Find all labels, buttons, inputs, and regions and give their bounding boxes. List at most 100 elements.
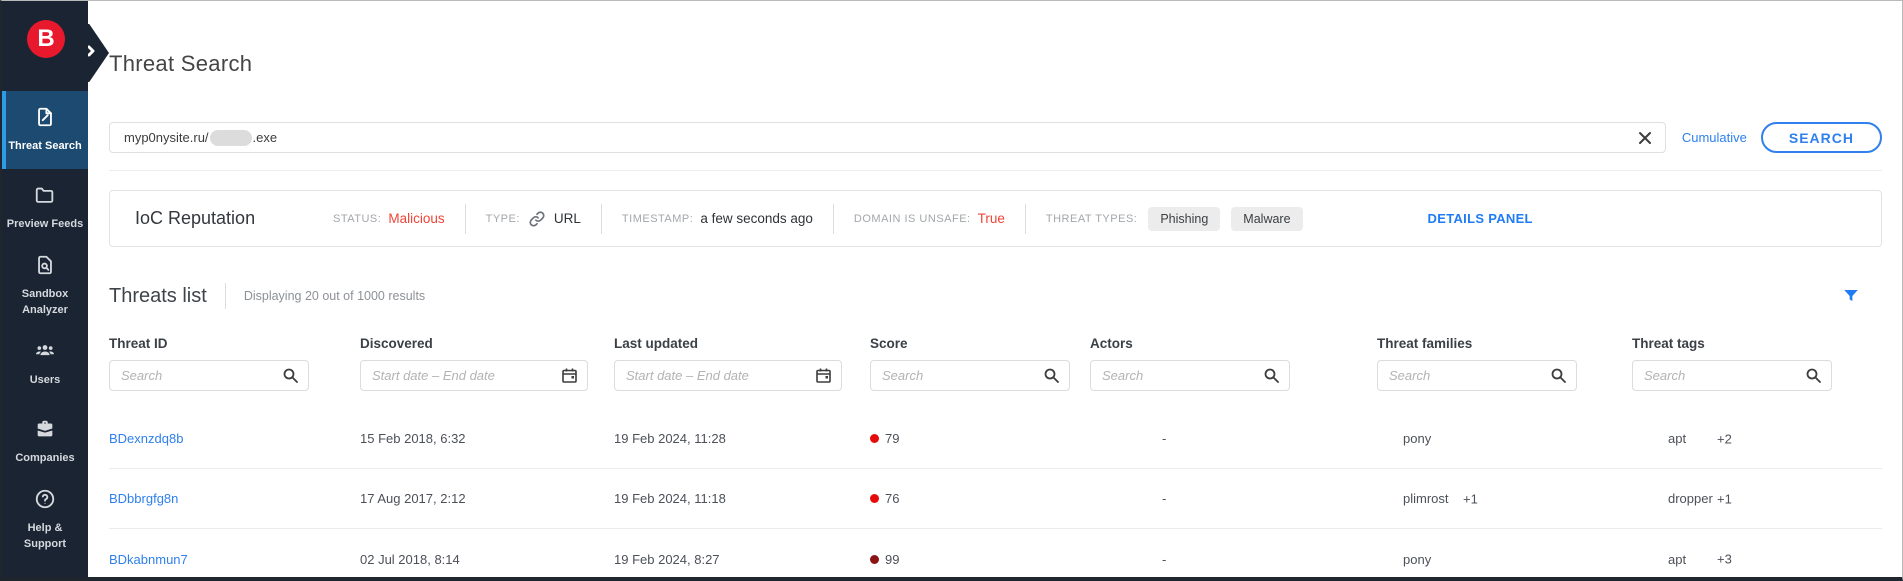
folder-icon (34, 184, 56, 211)
help-icon (34, 488, 56, 515)
table-filter-row (109, 360, 1882, 391)
table-row[interactable]: BDbbrgfg8n 17 Aug 2017, 2:12 19 Feb 2024… (109, 469, 1882, 529)
cumulative-link[interactable]: Cumulative (1682, 130, 1747, 145)
results-count: Displaying 20 out of 1000 results (243, 289, 426, 303)
domain-unsafe-label: DOMAIN IS UNSAFE: (853, 212, 971, 225)
threat-search-page: B Threat Search Preview Feeds Sandbox An… (0, 0, 1903, 581)
discovered-date-range-input[interactable] (360, 360, 588, 391)
score-dot (870, 434, 879, 443)
tag-value: dropper (1668, 491, 1713, 506)
threat-tags-filter (1632, 360, 1832, 391)
score-cell: 79 (870, 431, 1090, 446)
table-row[interactable]: BDkabnmun7 02 Jul 2018, 8:14 19 Feb 2024… (109, 529, 1882, 581)
main-content: Threat Search myp0nysite.ru/ .exe Cumulat… (88, 1, 1902, 577)
tag-extra-count[interactable]: +2 (1717, 431, 1732, 446)
threat-tag-cell: dropper +1 (1632, 491, 1882, 506)
score-dot (870, 554, 879, 564)
score-filter-input[interactable] (870, 360, 1070, 391)
ioc-type: TYPE: URL (466, 209, 601, 229)
divider (224, 283, 226, 309)
sidebar-item-label: Preview Feeds (6, 217, 84, 230)
threat-id-filter (109, 360, 309, 391)
sidebar: B Threat Search Preview Feeds Sandbox An… (2, 1, 88, 577)
threat-id-link[interactable]: BDkabnmun7 (109, 552, 360, 567)
column-header-actors[interactable]: Actors (1090, 336, 1377, 351)
column-header-threat-tags[interactable]: Threat tags (1632, 336, 1882, 351)
column-header-threat-families[interactable]: Threat families (1377, 336, 1632, 351)
actors-cell: - (1162, 551, 1167, 567)
score-cell: 76 (870, 491, 1090, 506)
threat-type-chip[interactable]: Malware (1231, 206, 1303, 231)
logo-letter: B (37, 25, 55, 52)
sidebar-item-label: Threat Search (8, 139, 82, 152)
search-row: myp0nysite.ru/ .exe Cumulative SEARCH (109, 122, 1882, 153)
actors-cell: - (1162, 491, 1167, 506)
discovered-cell: 02 Jul 2018, 8:14 (360, 551, 460, 567)
threat-family-cell: plimrost +1 (1377, 491, 1632, 506)
search-button[interactable]: SEARCH (1760, 122, 1882, 153)
family-value: plimrost (1403, 491, 1449, 506)
score-value: 79 (885, 431, 900, 446)
ioc-domain-unsafe: DOMAIN IS UNSAFE: True (834, 211, 1025, 226)
ioc-status: STATUS: Malicious (313, 211, 465, 226)
sidebar-item-label: Help & Support (23, 521, 67, 550)
header-divider (109, 170, 1882, 171)
threat-id-link[interactable]: BDbbrgfg8n (109, 491, 360, 506)
sidebar-item-users[interactable]: Users (2, 325, 88, 403)
briefcase-icon (34, 418, 56, 445)
sidebar-item-label: Users (29, 373, 61, 386)
threat-families-filter (1377, 360, 1577, 391)
actors-filter-input[interactable] (1090, 360, 1290, 391)
actors-cell: - (1162, 431, 1167, 446)
threat-family-cell: pony (1377, 431, 1632, 446)
score-value: 76 (885, 491, 900, 506)
threat-search-icon (34, 106, 56, 133)
last-updated-filter (614, 360, 842, 391)
threat-tag-cell: apt +3 (1632, 552, 1882, 567)
last-updated-date-range-input[interactable] (614, 360, 842, 391)
table-row[interactable]: BDexnzdq8b 15 Feb 2018, 6:32 19 Feb 2024… (109, 409, 1882, 469)
threat-id-filter-input[interactable] (109, 360, 309, 391)
details-panel-link[interactable]: DETAILS PANEL (1428, 211, 1533, 226)
timestamp-value: a few seconds ago (700, 211, 813, 226)
sidebar-item-sandbox-analyzer[interactable]: Sandbox Analyzer (2, 247, 88, 325)
threat-type-chip[interactable]: Phishing (1148, 206, 1221, 231)
discovered-filter (360, 360, 588, 391)
threat-families-filter-input[interactable] (1377, 360, 1577, 391)
threat-tag-cell: apt +2 (1632, 431, 1882, 446)
ioc-reputation-card: IoC Reputation STATUS: Malicious TYPE: U… (109, 190, 1882, 247)
threat-tags-filter-input[interactable] (1632, 360, 1832, 391)
domain-unsafe-value: True (977, 211, 1005, 226)
logo-area: B (2, 1, 88, 91)
column-header-last-updated[interactable]: Last updated (614, 336, 870, 351)
discovered-cell: 15 Feb 2018, 6:32 (360, 431, 466, 446)
column-header-threat-id[interactable]: Threat ID (109, 336, 360, 351)
sidebar-item-threat-search[interactable]: Threat Search (2, 91, 88, 169)
score-cell: 99 (870, 552, 1090, 567)
clear-search-icon[interactable] (1637, 130, 1653, 146)
family-extra-count[interactable]: +1 (1463, 491, 1478, 506)
threat-id-link[interactable]: BDexnzdq8b (109, 431, 360, 446)
tag-extra-count[interactable]: +3 (1717, 552, 1732, 567)
actors-filter (1090, 360, 1290, 391)
sidebar-item-help-support[interactable]: Help & Support (2, 481, 88, 559)
redacted-segment (209, 129, 252, 146)
sidebar-item-preview-feeds[interactable]: Preview Feeds (2, 169, 88, 247)
column-header-score[interactable]: Score (870, 336, 1090, 351)
tag-value: apt (1668, 551, 1687, 567)
family-value: pony (1403, 431, 1432, 446)
bitdefender-logo[interactable]: B (27, 20, 65, 58)
sidebar-item-label: Companies (15, 451, 75, 464)
last-updated-cell: 19 Feb 2024, 11:18 (614, 491, 726, 506)
sidebar-item-companies[interactable]: Companies (2, 403, 88, 481)
column-header-discovered[interactable]: Discovered (360, 336, 614, 351)
type-label: TYPE: (485, 212, 520, 225)
last-updated-cell: 19 Feb 2024, 11:28 (614, 431, 726, 446)
last-updated-cell: 19 Feb 2024, 8:27 (614, 551, 720, 567)
filter-funnel-icon[interactable] (1842, 287, 1860, 305)
timestamp-label: TIMESTAMP: (621, 212, 694, 225)
ioc-timestamp: TIMESTAMP: a few seconds ago (602, 211, 833, 226)
threat-types-label: THREAT TYPES: (1045, 212, 1138, 225)
tag-extra-count[interactable]: +1 (1717, 491, 1732, 506)
ioc-search-input[interactable]: myp0nysite.ru/ .exe (109, 122, 1666, 153)
